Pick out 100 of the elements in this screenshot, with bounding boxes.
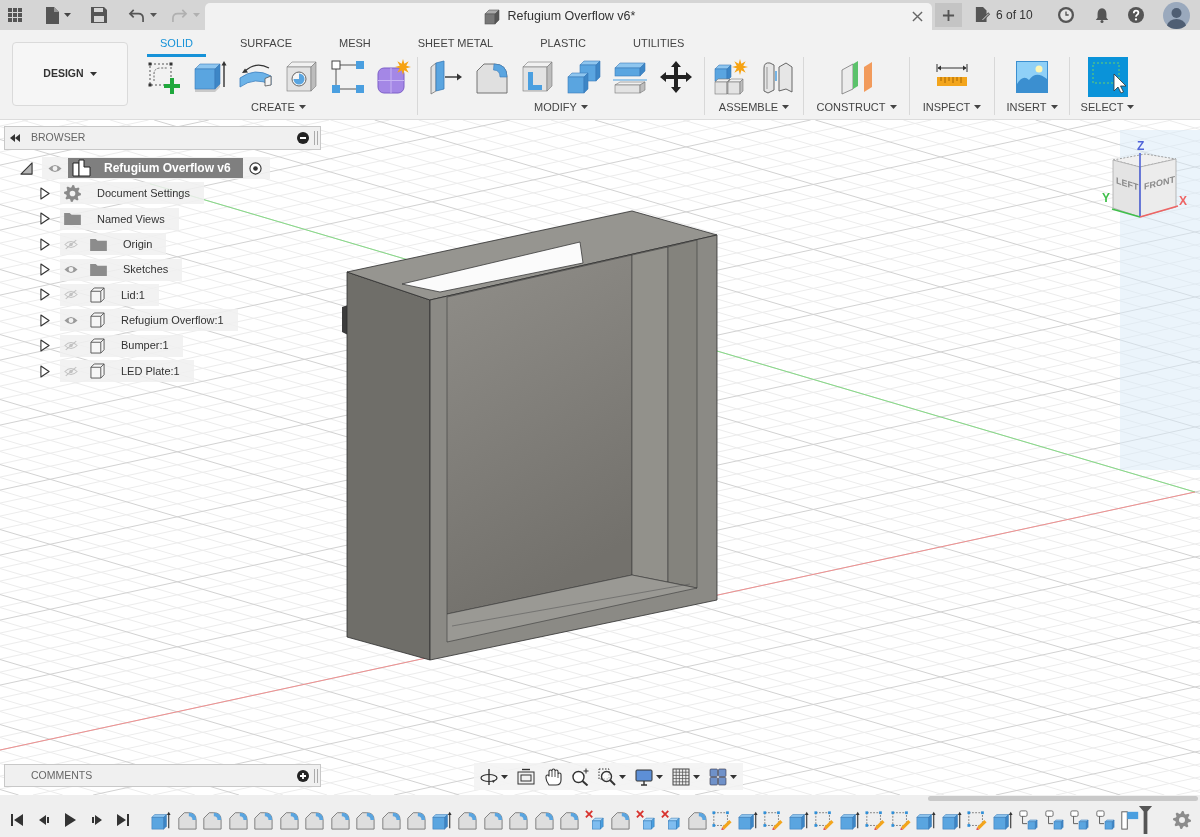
tree-item[interactable]: Document Settings [60,182,204,205]
apps-grid-icon[interactable] [8,8,22,22]
collapsed-triangle-icon[interactable] [40,186,50,200]
extrude-box-icon[interactable] [788,809,809,830]
ribbon-tab[interactable]: MESH [326,30,384,57]
extrude-box-icon[interactable] [151,809,171,830]
flag-icon[interactable] [1120,809,1140,830]
ribbon-tab[interactable]: SHEET METAL [404,30,507,57]
tool-group-menu[interactable]: SELECT [1080,100,1135,114]
document-tab[interactable]: Refugium Overflow v6* [205,3,932,30]
tree-item[interactable]: Refugium Overflow v6 [42,157,270,179]
undo-arrow-icon[interactable] [128,7,145,23]
extrude-box-icon[interactable] [941,809,962,830]
avatar-icon[interactable] [1162,1,1190,29]
caret-icon[interactable] [974,105,982,109]
tool-group-menu[interactable]: MODIFY [534,100,588,114]
fillet-icon[interactable] [227,809,248,830]
grip-icon[interactable] [314,131,318,145]
plus-circle-icon[interactable] [297,769,309,782]
workspace-button[interactable]: DESIGN [12,42,128,106]
collapsed-triangle-icon[interactable] [40,263,50,277]
step-forward-icon[interactable] [89,812,104,827]
settings-icon[interactable] [1173,810,1191,829]
collapsed-triangle-icon[interactable] [40,364,50,378]
sketch-pencil-icon[interactable] [712,809,732,830]
fillet-icon[interactable] [329,809,350,830]
caret-icon[interactable] [619,774,626,779]
tree-item[interactable]: Bumper:1 [60,334,183,357]
eye-icon[interactable] [64,265,78,275]
caret-icon[interactable] [730,774,737,779]
extrude-box-icon[interactable] [839,809,860,830]
close-icon[interactable] [912,11,923,22]
fillet-icon[interactable] [202,809,222,830]
fillet-icon[interactable] [686,809,707,830]
collapsed-triangle-icon[interactable] [40,339,50,353]
tree-item[interactable]: Refugium Overflow:1 [60,309,238,332]
collapsed-triangle-icon[interactable] [40,288,50,302]
jobs-button[interactable]: 6 of 10 [975,6,1033,24]
caret-icon[interactable] [693,774,700,779]
linked-cube-icon[interactable] [1043,809,1064,830]
collapsed-triangle-icon[interactable] [40,212,50,226]
caret-icon[interactable] [89,72,97,76]
orbit-icon[interactable] [480,767,498,786]
fillet-icon[interactable] [253,809,273,830]
tool-group-menu[interactable]: CONSTRUCT [816,100,897,114]
ribbon-tab[interactable]: PLASTIC [527,30,599,57]
play-icon[interactable] [63,812,77,827]
hole-cube-icon[interactable] [283,59,320,95]
move-arrows-icon[interactable] [658,59,694,95]
caret-icon[interactable] [889,105,897,109]
cross-cube-icon[interactable] [584,809,605,830]
caret-icon[interactable] [782,105,790,109]
stacked-cubes-icon[interactable] [566,59,602,95]
clock-icon[interactable] [1057,7,1074,23]
sketch-pencil-icon[interactable] [865,809,885,830]
tree-item[interactable]: Origin [60,233,167,256]
bell-icon[interactable] [1093,7,1110,23]
tree-item[interactable]: Named Views [60,207,179,230]
caret-icon[interactable] [501,774,508,779]
extrude-box-icon[interactable] [992,809,1013,830]
new-tab-button[interactable] [935,3,962,27]
fillet-icon[interactable] [508,809,528,830]
caret-icon[interactable] [1127,105,1135,109]
timeline-scrollbar[interactable] [928,796,1198,801]
fillet-icon[interactable] [559,809,579,830]
extrude-box-icon[interactable] [916,809,936,830]
fillet-icon[interactable] [457,809,477,830]
tree-item[interactable]: LED Plate:1 [60,360,194,383]
collapse-icon[interactable] [10,134,20,142]
fillet-icon[interactable] [355,809,375,830]
linked-cube-icon[interactable] [1069,809,1089,830]
ribbon-tab[interactable]: UTILITIES [620,30,698,57]
fillet-icon[interactable] [482,809,503,830]
zoom-icon[interactable] [571,767,589,786]
file-icon[interactable] [46,6,59,24]
sketch-pencil-icon[interactable] [814,809,834,830]
fillet-icon[interactable] [278,809,299,830]
grip-icon[interactable] [314,768,318,783]
linked-cube-icon[interactable] [1094,809,1115,830]
collapsed-triangle-icon[interactable] [40,313,50,327]
cross-cube-icon[interactable] [635,809,656,830]
help-icon[interactable] [1127,7,1144,23]
extrude-box-icon[interactable] [191,59,228,95]
eye-icon[interactable] [64,315,78,325]
tree-item[interactable]: Lid:1 [60,283,159,306]
cross-cube-icon[interactable] [661,809,681,830]
caret-icon[interactable] [656,774,663,779]
caret-icon[interactable] [150,13,157,17]
split-body-icon[interactable] [612,59,648,95]
pattern-squares-icon[interactable] [329,59,366,95]
caret-icon[interactable] [1050,105,1058,109]
save-icon[interactable] [91,7,107,23]
press-pull-icon[interactable] [428,59,464,95]
fillet-icon[interactable] [610,809,630,830]
sketch-pencil-icon[interactable] [763,809,783,830]
caret-icon[interactable] [580,105,588,109]
sketch-pencil-icon[interactable] [967,809,987,830]
linked-cube-icon[interactable] [1018,809,1038,830]
select-cursor-icon[interactable] [1087,57,1128,97]
zoom-window-icon[interactable] [598,767,616,786]
